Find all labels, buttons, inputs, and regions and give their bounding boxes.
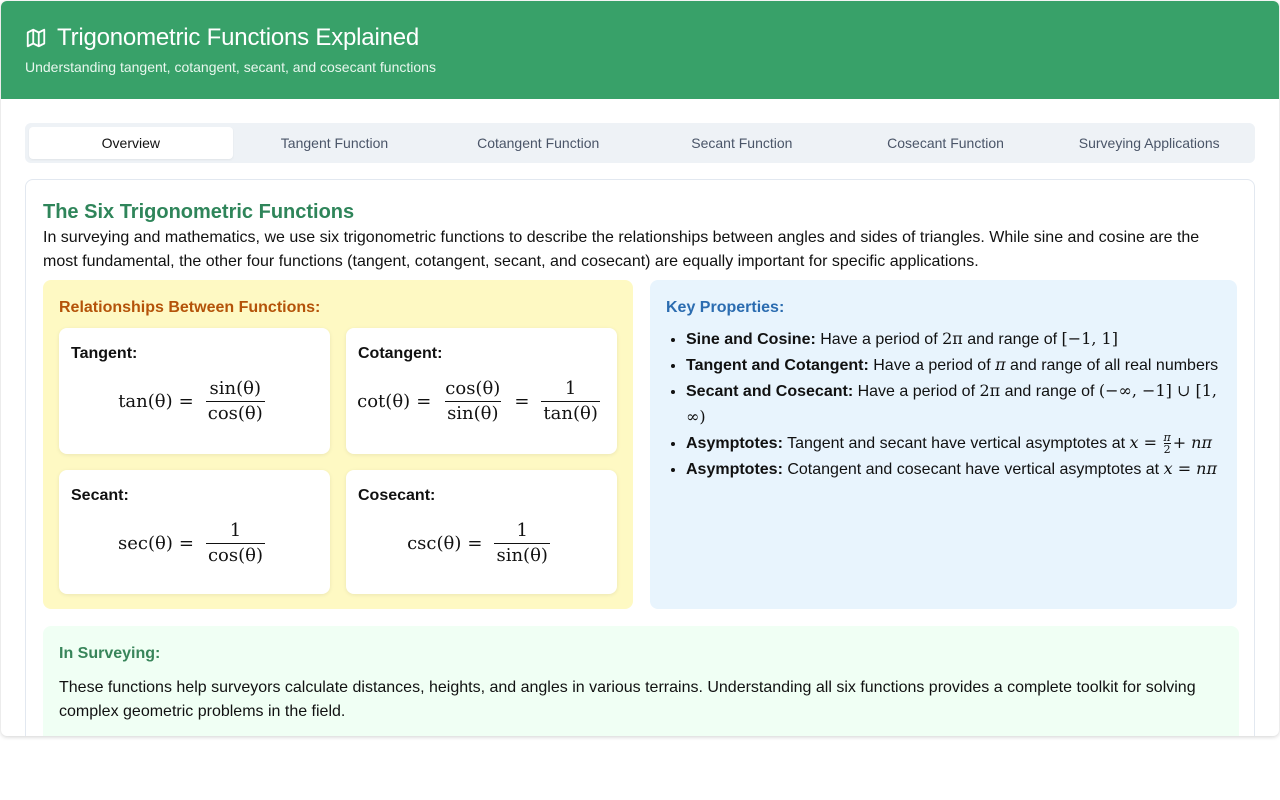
app-window: Trigonometric Functions Explained Unders…: [1, 1, 1279, 736]
fraction-denominator: sin(θ): [494, 543, 550, 566]
overview-panel: The Six Trigonometric Functions In surve…: [25, 179, 1255, 736]
fraction-numerator: 1: [564, 378, 577, 399]
formula-fraction: 1 sin(θ): [494, 520, 550, 567]
formula-lhs: sec(θ): [118, 533, 173, 554]
tab-cosecant-function[interactable]: Cosecant Function: [844, 127, 1048, 159]
cotangent-card: Cotangent: cot(θ) = cos(θ) sin(θ) = 1 ta…: [346, 328, 617, 454]
property-text: Cotangent and cosecant have vertical asy…: [782, 461, 1164, 478]
property-text: Have a period of: [815, 331, 943, 348]
property-text: and range of all real numbers: [1005, 357, 1219, 374]
properties-list: Sine and Cosine: Have a period of 2π and…: [666, 326, 1221, 482]
property-math: 2π: [979, 381, 1001, 400]
secant-label: Secant:: [71, 487, 129, 504]
tab-tangent-function[interactable]: Tangent Function: [233, 127, 437, 159]
tab-cotangent-function[interactable]: Cotangent Function: [436, 127, 640, 159]
property-math: + nπ: [1172, 433, 1212, 452]
formula-fraction: 1 tan(θ): [541, 378, 600, 425]
formula-fraction: 1 cos(θ): [205, 520, 265, 567]
formula-lhs: csc(θ): [407, 533, 462, 554]
property-math: [−1, 1]: [1061, 329, 1118, 348]
cotangent-formula: cot(θ) = cos(θ) sin(θ) = 1 tan(θ): [357, 378, 605, 425]
property-label: Asymptotes:: [686, 461, 783, 478]
cosecant-label: Cosecant:: [358, 487, 436, 504]
fraction-denominator: cos(θ): [205, 401, 265, 424]
header-subtitle: Understanding tangent, cotangent, secant…: [25, 59, 436, 75]
formula-fraction: cos(θ) sin(θ): [443, 378, 502, 425]
surveying-title: In Surveying:: [59, 645, 161, 662]
surveying-panel: In Surveying: These functions help surve…: [43, 626, 1239, 736]
fraction-denominator: tan(θ): [541, 401, 600, 424]
formula-lhs: cot(θ): [357, 391, 411, 412]
key-properties-panel: Key Properties: Sine and Cosine: Have a …: [650, 280, 1237, 609]
cotangent-label: Cotangent:: [358, 345, 443, 362]
map-icon: [25, 27, 47, 49]
fraction-numerator: sin(θ): [209, 378, 261, 399]
key-properties-title: Key Properties:: [666, 299, 785, 316]
list-item: Tangent and Cotangent: Have a period of …: [686, 352, 1221, 378]
formula-lhs: tan(θ): [118, 391, 173, 412]
page-title: Trigonometric Functions Explained: [25, 23, 1255, 53]
cosecant-card: Cosecant: csc(θ) = 1 sin(θ): [346, 470, 617, 594]
fraction-numerator: cos(θ): [445, 378, 501, 399]
property-label: Tangent and Cotangent:: [686, 357, 869, 374]
property-math: 2π: [942, 329, 963, 348]
relationships-panel: Relationships Between Functions: Tangent…: [43, 280, 633, 609]
equals-sign: =: [178, 391, 194, 412]
property-text: Tangent and secant have vertical asympto…: [782, 435, 1130, 452]
property-math: x =: [1129, 433, 1157, 452]
list-item: Sine and Cosine: Have a period of 2π and…: [686, 326, 1221, 352]
content-row: Relationships Between Functions: Tangent…: [43, 280, 1237, 609]
secant-formula: sec(θ) = 1 cos(θ): [71, 520, 318, 567]
fraction-denominator: 2: [1163, 443, 1171, 457]
formula-fraction: sin(θ) cos(θ): [205, 378, 265, 425]
formula-grid: Tangent: tan(θ) = sin(θ) cos(θ) Cotangen…: [59, 328, 617, 594]
intro-text: In surveying and mathematics, we use six…: [43, 229, 1200, 270]
equals-sign: =: [416, 391, 432, 412]
tab-bar: Overview Tangent Function Cotangent Func…: [25, 123, 1255, 163]
property-text: Have a period of: [853, 383, 980, 400]
header-title-text: Trigonometric Functions Explained: [57, 24, 420, 51]
tangent-formula: tan(θ) = sin(θ) cos(θ): [71, 378, 318, 425]
equals-sign: =: [467, 533, 483, 554]
header: Trigonometric Functions Explained Unders…: [1, 1, 1279, 99]
fraction-denominator: cos(θ): [205, 543, 265, 566]
fraction-denominator: sin(θ): [445, 401, 501, 424]
equals-sign: =: [178, 533, 194, 554]
fraction-numerator: 1: [229, 520, 242, 541]
cosecant-formula: csc(θ) = 1 sin(θ): [358, 520, 605, 567]
tangent-label: Tangent:: [71, 345, 138, 362]
small-fraction: π2: [1163, 432, 1170, 455]
property-text: and range of: [1000, 383, 1099, 400]
fraction-numerator: π: [1163, 431, 1171, 445]
list-item: Asymptotes: Tangent and secant have vert…: [686, 430, 1221, 456]
list-item: Secant and Cosecant: Have a period of 2π…: [686, 378, 1221, 430]
property-math: x = nπ: [1163, 459, 1217, 478]
property-math: π: [995, 355, 1006, 374]
tab-surveying-applications[interactable]: Surveying Applications: [1047, 127, 1251, 159]
property-text: Have a period of: [868, 357, 996, 374]
fraction-numerator: 1: [516, 520, 528, 541]
property-label: Asymptotes:: [686, 435, 783, 452]
property-label: Secant and Cosecant:: [686, 383, 854, 400]
surveying-text: These functions help surveyors calculate…: [59, 679, 1196, 720]
section-title: The Six Trigonometric Functions: [43, 201, 355, 223]
tab-secant-function[interactable]: Secant Function: [640, 127, 844, 159]
property-text: and range of: [962, 331, 1062, 348]
relationships-title: Relationships Between Functions:: [59, 299, 321, 316]
property-label: Sine and Cosine:: [686, 331, 816, 348]
tangent-card: Tangent: tan(θ) = sin(θ) cos(θ): [59, 328, 330, 454]
tab-overview[interactable]: Overview: [29, 127, 233, 159]
secant-card: Secant: sec(θ) = 1 cos(θ): [59, 470, 330, 594]
list-item: Asymptotes: Cotangent and cosecant have …: [686, 456, 1221, 482]
equals-sign: =: [514, 391, 530, 412]
